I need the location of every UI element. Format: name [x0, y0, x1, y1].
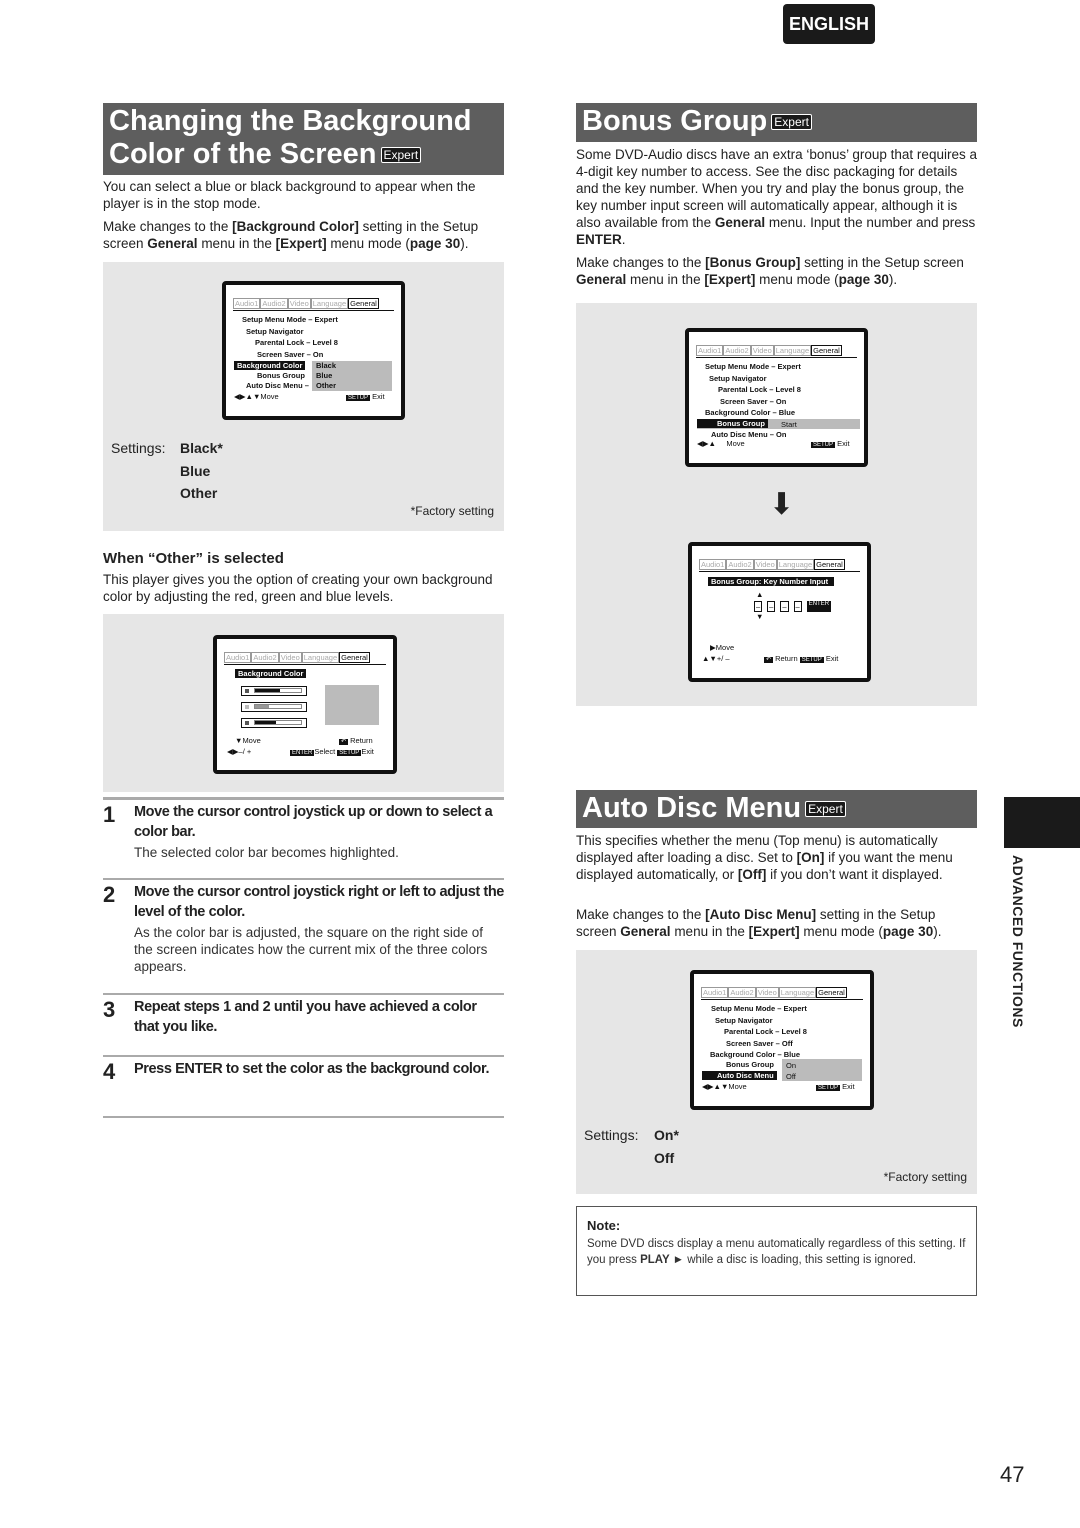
step-heading: Repeat steps 1 and 2 until you have achi… [134, 999, 477, 1035]
auto-settings-list: Settings: On* Off [584, 1127, 679, 1166]
page-number: 47 [1000, 1462, 1025, 1487]
expert-badge: Expert [805, 801, 846, 818]
other-heading: When “Other” is selected [103, 550, 284, 567]
step-3: 3 Repeat steps 1 and 2 until you have ac… [103, 997, 504, 1039]
step-text: As the color bar is adjusted, the square… [134, 925, 488, 974]
step-4: 4 Press ENTER to set the color as the ba… [103, 1059, 504, 1084]
factory-setting-note: *Factory setting [883, 1170, 967, 1184]
osd-tabs: Audio1 Audio2 Video Language General [233, 298, 379, 309]
background-color-title: Changing the Background Color of the Scr… [103, 103, 504, 175]
color-level-bar[interactable] [241, 702, 307, 712]
bonus-make-changes: Make changes to the [Bonus Group] settin… [576, 255, 964, 287]
step-heading: Move the cursor control joystick up or d… [134, 804, 493, 840]
osd-screen-auto-disc: Audio1 Audio2 Video Language General Setup M… [690, 970, 874, 1110]
other-text: This player gives you the option of crea… [103, 572, 493, 604]
step-1: 1 Move the cursor control joystick up or… [103, 802, 504, 861]
step-2: 2 Move the cursor control joystick right… [103, 882, 504, 975]
step-number: 4 [103, 1059, 116, 1084]
step-heading: Press ENTER to set the color as the back… [134, 1061, 490, 1077]
section-tab [1004, 797, 1080, 848]
color-level-bar[interactable] [241, 718, 307, 728]
color-level-bar[interactable] [241, 686, 307, 696]
intro-text: You can select a blue or black backgroun… [103, 179, 476, 211]
step-number: 3 [103, 997, 116, 1022]
osd-screen-background-color: Audio1 Audio2 Video Language General Backgro… [213, 635, 397, 774]
note-box: Note: Some DVD discs display a menu auto… [576, 1206, 977, 1296]
expert-badge: Expert [771, 114, 812, 131]
side-tab-label: ADVANCED FUNCTIONS [1010, 855, 1026, 1028]
title-line-2: Color of the Screen [109, 138, 377, 170]
language-badge: ENGLISH [783, 4, 875, 44]
step-text: The selected color bar becomes highlight… [134, 845, 399, 860]
osd-move-hint: ◀▶▲▼Move [234, 392, 279, 401]
osd-screen-key-input: Audio1 Audio2 Video Language General Bonus G… [688, 542, 871, 682]
bonus-group-title: Bonus Group Expert [576, 103, 977, 142]
step-number: 2 [103, 882, 116, 907]
bonus-intro: Some DVD-Audio discs have an extra ‘bonu… [576, 147, 977, 247]
osd-screen-general: Audio1 Audio2 Video Language General Setup M… [222, 281, 405, 420]
osd-screen-bonus: Audio1 Audio2 Video Language General Setup M… [685, 328, 868, 467]
step-number: 1 [103, 802, 116, 827]
manual-page: ENGLISH Changing the Background Color of… [0, 0, 1080, 1528]
expert-badge: Expert [380, 147, 422, 164]
step-heading: Move the cursor control joystick right o… [134, 884, 504, 920]
title-line-1: Changing the Background [109, 105, 472, 137]
factory-setting-note: *Factory setting [410, 504, 494, 518]
settings-list: Settings: Black* Blue Other [111, 440, 223, 501]
auto-disc-menu-title: Auto Disc Menu Expert [576, 790, 977, 828]
auto-intro: This specifies whether the menu (Top men… [576, 833, 953, 882]
auto-make-changes: Make changes to the [Auto Disc Menu] set… [576, 907, 942, 939]
make-changes-text: Make changes to the [Background Color] s… [103, 219, 479, 251]
down-arrow-icon: ⬇ [769, 488, 795, 521]
